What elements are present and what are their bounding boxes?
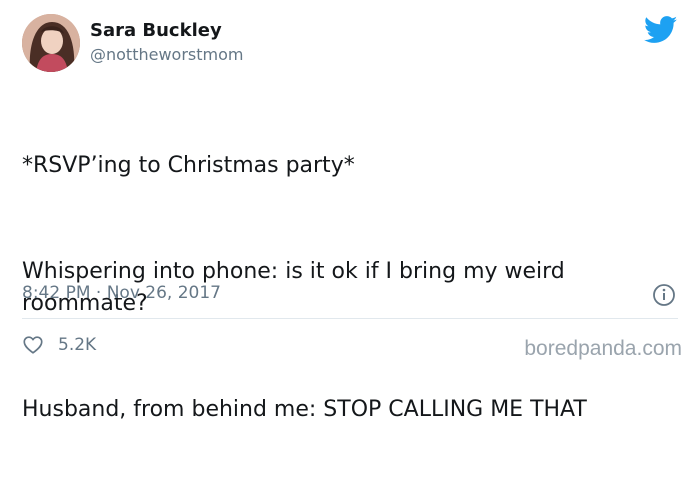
avatar[interactable] [22, 14, 80, 72]
watermark: boredpanda.com [524, 337, 682, 360]
author-name[interactable]: Sara Buckley [90, 20, 222, 42]
avatar-photo-icon [22, 14, 80, 72]
tweet-timestamp[interactable]: 8:42 PM · Nov 26, 2017 [22, 282, 221, 304]
info-icon[interactable] [652, 283, 676, 307]
divider [22, 318, 678, 319]
twitter-bird-icon[interactable] [643, 16, 678, 44]
author-handle[interactable]: @nottheworstmom [90, 45, 243, 65]
tweet-card: Sara Buckley @nottheworstmom *RSVP’ing t… [0, 0, 700, 422]
tweet-paragraph-3: Husband, from behind me: STOP CALLING ME… [22, 397, 587, 422]
like-count: 5.2K [58, 335, 97, 355]
tweet-paragraph-1: *RSVP’ing to Christmas party* [22, 153, 355, 178]
like-button[interactable]: 5.2K [22, 333, 96, 357]
heart-icon[interactable] [22, 334, 44, 356]
